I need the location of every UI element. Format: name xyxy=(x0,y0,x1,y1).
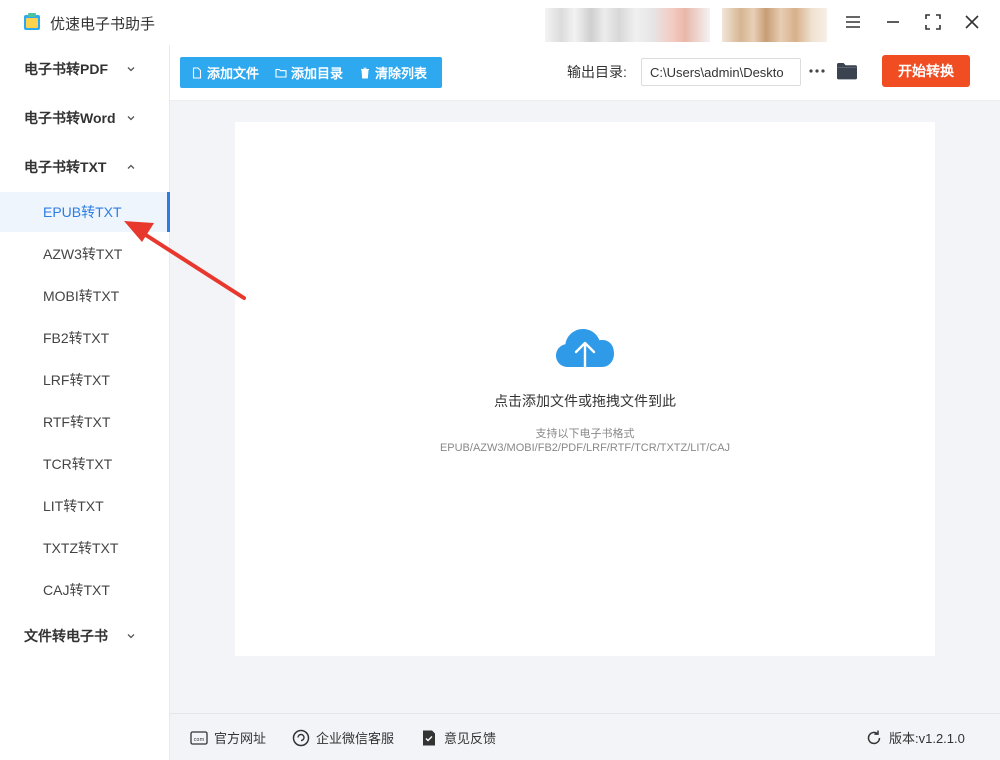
website-link[interactable]: com 官方网址 xyxy=(190,728,266,747)
trash-icon xyxy=(361,67,370,78)
sidebar-group-ebook[interactable]: 文件转电子书 xyxy=(0,616,170,656)
chevron-down-icon xyxy=(127,67,135,72)
sidebar-item-label: LRF转TXT xyxy=(43,372,110,388)
wechat-service-link[interactable]: 企业微信客服 xyxy=(292,728,394,747)
sidebar-group-label: 电子书转Word xyxy=(24,110,116,126)
sidebar-item-label: CAJ转TXT xyxy=(43,582,110,598)
sidebar-group-label: 文件转电子书 xyxy=(24,628,108,644)
sidebar-item-azw3-txt[interactable]: AZW3转TXT xyxy=(0,234,170,274)
version-info[interactable]: 版本:v1.2.1.0 xyxy=(865,728,965,747)
start-convert-button[interactable]: 开始转换 xyxy=(882,55,970,87)
folder-outline-icon xyxy=(275,68,287,78)
sidebar-group-label: 电子书转TXT xyxy=(24,159,107,175)
more-dots-icon[interactable] xyxy=(808,60,826,82)
website-label: 官方网址 xyxy=(214,731,267,746)
minimize-icon[interactable] xyxy=(882,11,904,33)
menu-icon[interactable] xyxy=(842,11,864,33)
toolbar: 添加文件 添加目录 清除列表 输出目录: 开始转换 xyxy=(170,45,1000,101)
output-dir-input[interactable] xyxy=(641,58,801,86)
sidebar-group-label: 电子书转PDF xyxy=(24,61,108,77)
title-bar: 优速电子书助手 xyxy=(0,0,1000,45)
sidebar-item-lrf-txt[interactable]: LRF转TXT xyxy=(0,360,170,400)
add-file-button[interactable]: 添加文件 xyxy=(191,57,259,88)
add-file-label: 添加文件 xyxy=(207,66,260,81)
refresh-icon xyxy=(867,730,881,744)
sidebar-item-tcr-txt[interactable]: TCR转TXT xyxy=(0,444,170,484)
sidebar-item-label: MOBI转TXT xyxy=(43,288,120,304)
wechat-service-label: 企业微信客服 xyxy=(316,731,395,746)
sidebar-item-label: FB2转TXT xyxy=(43,330,110,346)
file-icon xyxy=(192,66,202,79)
sidebar-item-caj-txt[interactable]: CAJ转TXT xyxy=(0,570,170,610)
sidebar-item-mobi-txt[interactable]: MOBI转TXT xyxy=(0,276,170,316)
sidebar-group-txt[interactable]: 电子书转TXT xyxy=(0,147,170,187)
sidebar: 电子书转PDF 电子书转Word 电子书转TXT EPUB转TXT AZW3转T… xyxy=(0,45,170,760)
app-title: 优速电子书助手 xyxy=(50,16,156,33)
blurred-user-info xyxy=(545,8,710,42)
clear-list-button[interactable]: 清除列表 xyxy=(359,57,427,88)
sidebar-item-fb2-txt[interactable]: FB2转TXT xyxy=(0,318,170,358)
app-logo-icon xyxy=(24,13,40,30)
maximize-icon[interactable] xyxy=(922,11,944,33)
feedback-link[interactable]: 意见反馈 xyxy=(420,728,496,747)
close-icon[interactable] xyxy=(961,11,983,33)
svg-text:com: com xyxy=(194,737,205,743)
add-dir-label: 添加目录 xyxy=(291,66,344,81)
sidebar-item-label: TXTZ转TXT xyxy=(43,540,119,556)
chevron-up-icon xyxy=(127,164,135,169)
chevron-down-icon xyxy=(127,634,135,639)
file-actions-group: 添加文件 添加目录 清除列表 xyxy=(180,57,442,88)
sidebar-group-word[interactable]: 电子书转Word xyxy=(0,98,170,138)
drop-instruction: 点击添加文件或拖拽文件到此 xyxy=(494,393,676,409)
main-area: 点击添加文件或拖拽文件到此 支持以下电子书格式 EPUB/AZW3/MOBI/F… xyxy=(170,101,1000,713)
sidebar-item-label: LIT转TXT xyxy=(43,498,104,514)
chevron-down-icon xyxy=(127,116,135,121)
file-drop-zone[interactable]: 点击添加文件或拖拽文件到此 支持以下电子书格式 EPUB/AZW3/MOBI/F… xyxy=(235,122,935,656)
sidebar-item-rtf-txt[interactable]: RTF转TXT xyxy=(0,402,170,442)
sidebar-item-label: RTF转TXT xyxy=(43,414,111,430)
sidebar-item-lit-txt[interactable]: LIT转TXT xyxy=(0,486,170,526)
sidebar-item-label: AZW3转TXT xyxy=(43,246,123,262)
output-dir-label: 输出目录: xyxy=(567,64,627,80)
open-folder-icon[interactable] xyxy=(836,61,858,81)
website-icon: com xyxy=(190,730,208,745)
feedback-icon xyxy=(423,730,435,745)
version-label: 版本:v1.2.1.0 xyxy=(889,731,965,746)
sidebar-item-epub-txt[interactable]: EPUB转TXT xyxy=(0,192,170,232)
feedback-label: 意见反馈 xyxy=(444,731,497,746)
formats-title: 支持以下电子书格式 xyxy=(535,428,635,440)
add-dir-button[interactable]: 添加目录 xyxy=(275,57,343,88)
sidebar-group-pdf[interactable]: 电子书转PDF xyxy=(0,49,170,89)
sidebar-item-label: EPUB转TXT xyxy=(43,204,122,220)
sidebar-item-label: TCR转TXT xyxy=(43,456,113,472)
clear-list-label: 清除列表 xyxy=(375,66,428,81)
cloud-upload-icon xyxy=(556,329,614,376)
sidebar-item-txtz-txt[interactable]: TXTZ转TXT xyxy=(0,528,170,568)
formats-list: EPUB/AZW3/MOBI/FB2/PDF/LRF/RTF/TCR/TXTZ/… xyxy=(439,442,731,454)
chat-icon xyxy=(292,729,310,746)
footer: com 官方网址 企业微信客服 意见反馈 版本:v1.2.1.0 xyxy=(170,713,1000,760)
blurred-user-avatar xyxy=(722,8,827,42)
